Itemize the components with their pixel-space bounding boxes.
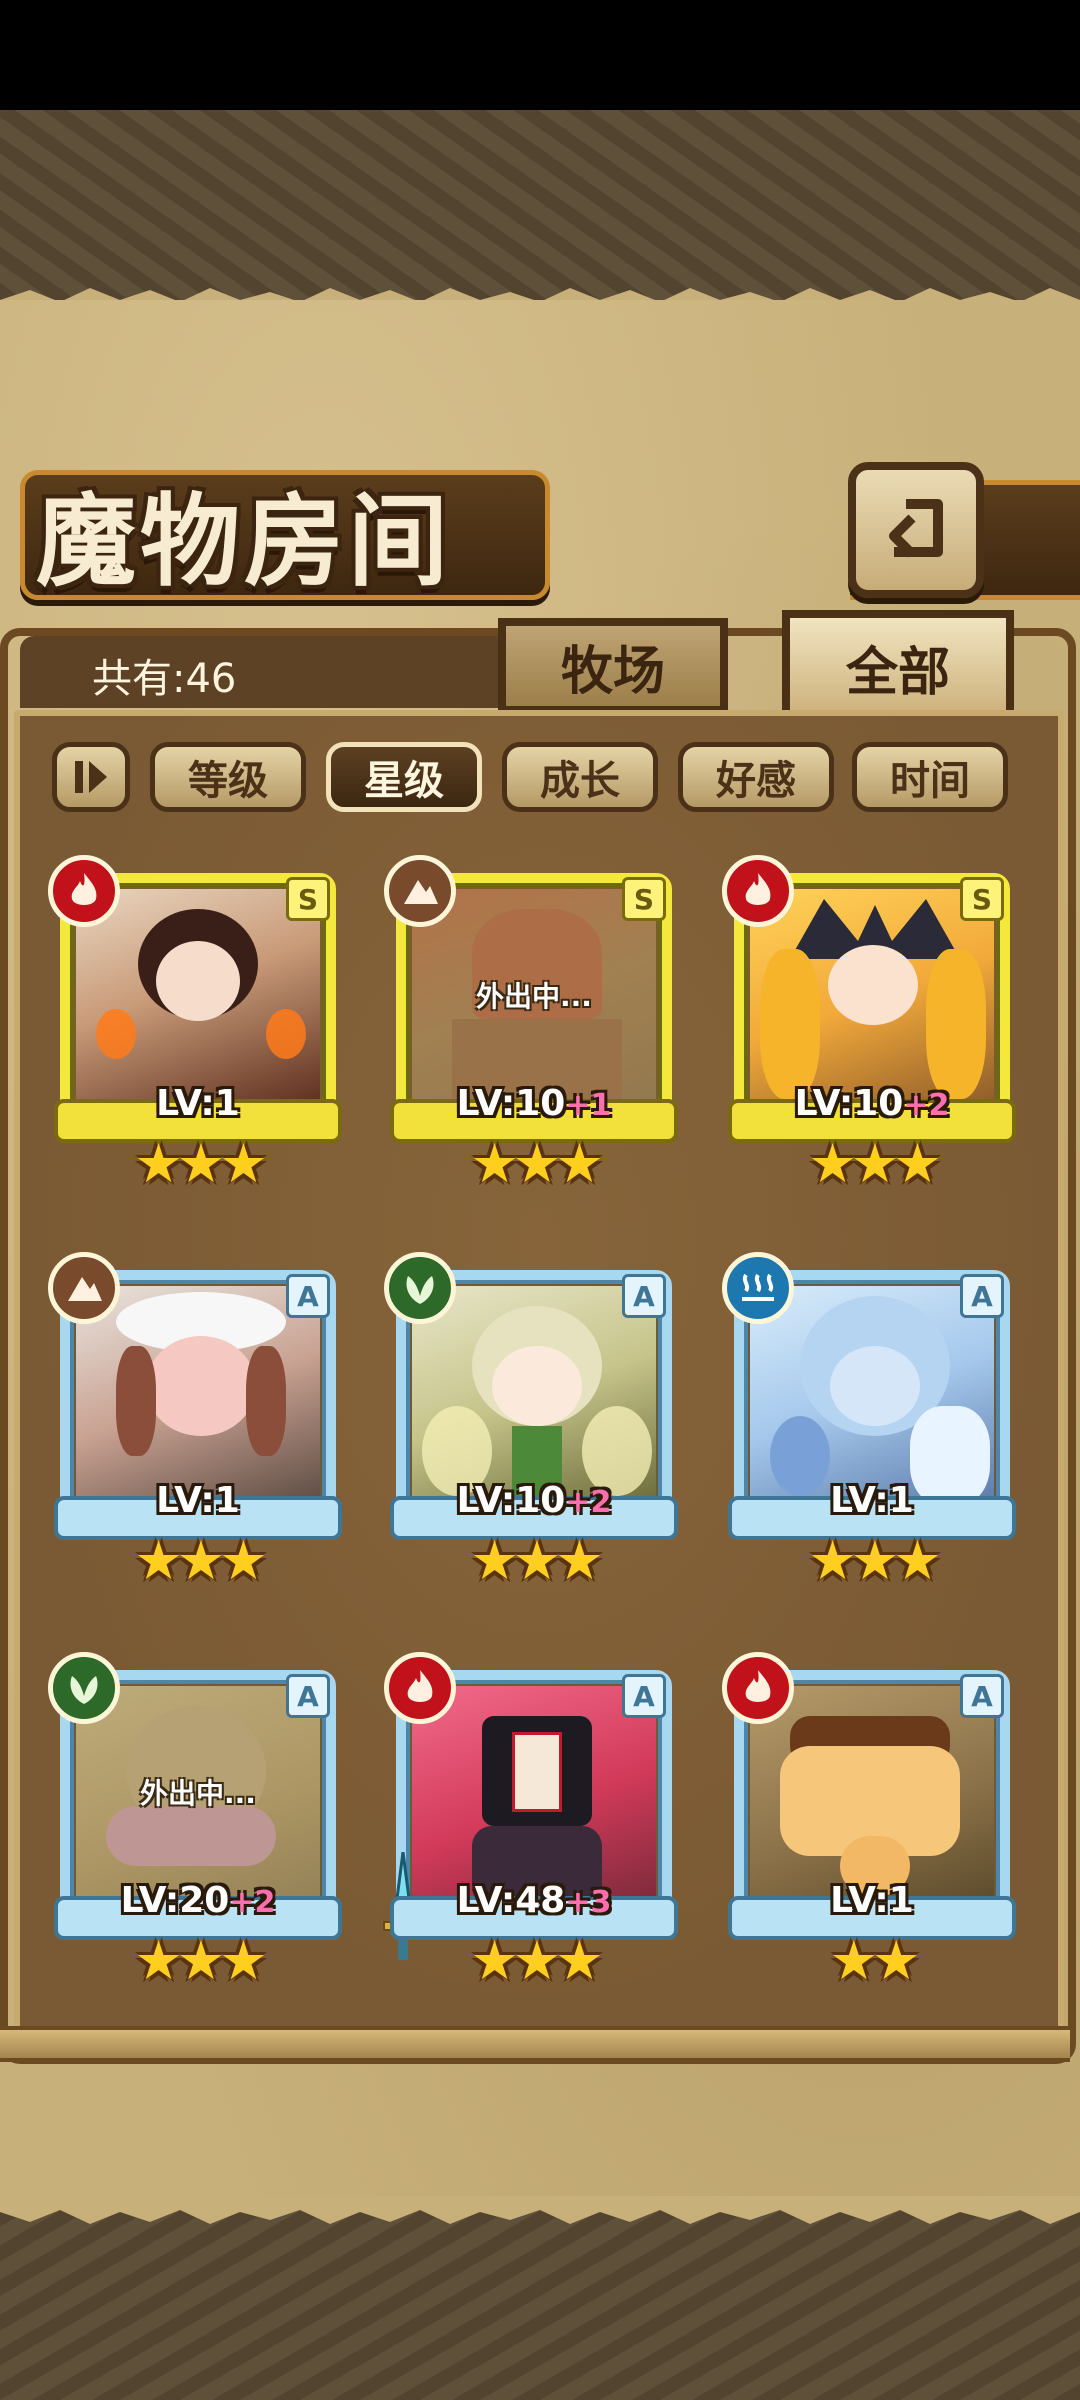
fire-element-icon (384, 1652, 456, 1724)
rank-badge: A (960, 1674, 1004, 1718)
monster-level: LV:10+1 (456, 1083, 612, 1124)
rank-badge: A (622, 1674, 666, 1718)
rank-badge: A (622, 1274, 666, 1318)
monster-portrait (76, 1286, 320, 1506)
monster-portrait (412, 1686, 656, 1906)
star-rating: ★★★ (808, 1132, 941, 1195)
monster-card[interactable]: A LV:1 ★★★ (722, 1252, 1022, 1592)
rank-badge: S (960, 877, 1004, 921)
star-rating: ★★★ (134, 1529, 267, 1592)
monster-level: LV:1 (156, 1083, 240, 1124)
earth-element-icon (48, 1252, 120, 1324)
leaf-element-icon (48, 1652, 120, 1724)
fire-element-icon (48, 855, 120, 927)
star-rating: ★★★ (470, 1132, 603, 1195)
monster-level: LV:1 (156, 1480, 240, 1521)
star-rating: ★★★ (470, 1929, 603, 1992)
monster-card[interactable]: 外出中... A LV:20+2 ★★★ (48, 1652, 348, 1992)
monster-portrait (750, 1686, 994, 1906)
sort-toggle-icon (75, 761, 107, 793)
monster-card[interactable]: 外出中... S LV:10+1 ★★★ (384, 855, 684, 1195)
monster-level: LV:48+3 (456, 1880, 612, 1921)
sort-by-stars-button[interactable]: 星级 (326, 742, 482, 812)
rank-badge: S (622, 877, 666, 921)
star-rating: ★★★ (134, 1132, 267, 1195)
rank-badge: A (960, 1274, 1004, 1318)
star-rating: ★★ (829, 1929, 921, 1992)
page-title: 魔物房间 (36, 482, 452, 600)
monster-level: LV:20+2 (120, 1880, 276, 1921)
tab-all[interactable]: 全部 (782, 610, 1014, 725)
return-arrow-icon (889, 499, 943, 558)
monster-card[interactable]: A LV:10+2 ★★★ (384, 1252, 684, 1592)
sort-by-growth-button[interactable]: 成长 (502, 742, 658, 812)
status-bar (0, 0, 1080, 110)
monster-level: LV:10+2 (456, 1480, 612, 1521)
star-rating: ★★★ (808, 1529, 941, 1592)
sort-by-affection-button[interactable]: 好感 (678, 742, 834, 812)
map-background-top (0, 110, 1080, 300)
monster-portrait (750, 1286, 994, 1506)
monster-card[interactable]: S LV:1 ★★★ (48, 855, 348, 1195)
monster-card[interactable]: A LV:1 ★★ (722, 1652, 1022, 1992)
tab-ranch[interactable]: 牧场 (498, 618, 728, 714)
sort-toggle-button[interactable] (52, 742, 130, 812)
away-status: 外出中... (476, 980, 592, 1013)
leaf-element-icon (384, 1252, 456, 1324)
monster-portrait (412, 1286, 656, 1506)
monster-card[interactable]: S LV:10+2 ★★★ (722, 855, 1022, 1195)
map-background-bottom (0, 2210, 1080, 2400)
torn-edge-bottom (0, 2196, 1080, 2224)
star-rating: ★★★ (134, 1929, 267, 1992)
fire-element-icon (722, 1652, 794, 1724)
fire-element-icon (722, 855, 794, 927)
monster-level: LV:1 (830, 1880, 914, 1921)
away-status: 外出中... (140, 1777, 256, 1810)
monster-count: 共有:46 (92, 656, 237, 702)
rank-badge: A (286, 1674, 330, 1718)
monster-card[interactable]: A LV:1 ★★★ (48, 1252, 348, 1592)
earth-element-icon (384, 855, 456, 927)
rank-badge: A (286, 1274, 330, 1318)
panel-bottom-rail (0, 2026, 1070, 2062)
monster-card[interactable]: A LV:48+3 ★★★ (383, 1652, 684, 1992)
monster-portrait (76, 889, 320, 1109)
monster-portrait (750, 889, 994, 1109)
back-button[interactable] (848, 462, 984, 598)
star-rating: ★★★ (470, 1529, 603, 1592)
sort-by-time-button[interactable]: 时间 (852, 742, 1008, 812)
water-element-icon (722, 1252, 794, 1324)
monster-level: LV:10+2 (794, 1083, 950, 1124)
monster-level: LV:1 (830, 1480, 914, 1521)
rank-badge: S (286, 877, 330, 921)
sort-by-level-button[interactable]: 等级 (150, 742, 306, 812)
